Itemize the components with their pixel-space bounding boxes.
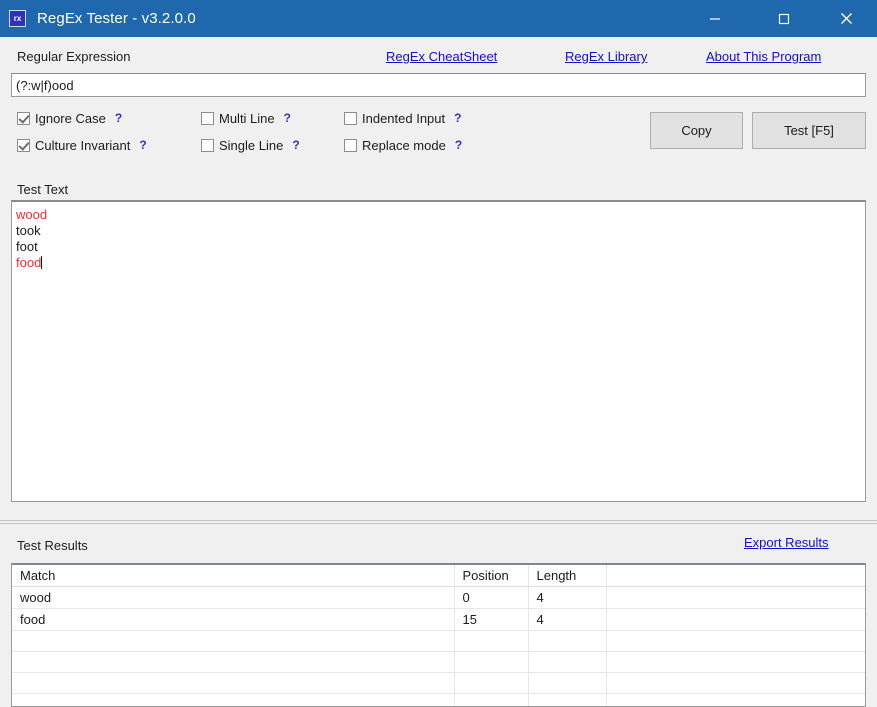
minimize-icon xyxy=(709,13,721,25)
cell-extra xyxy=(606,651,865,673)
cell-length xyxy=(528,630,607,652)
multi-line-checkbox[interactable] xyxy=(201,111,214,125)
cell-extra xyxy=(606,672,865,694)
table-row[interactable] xyxy=(12,672,865,694)
results-table: Match Position Length wood 0 4 food 15 4 xyxy=(12,565,865,706)
cell-position: 0 xyxy=(454,586,529,609)
cell-position: 15 xyxy=(454,608,529,631)
option-label: Indented Input xyxy=(362,110,446,126)
option-multi-line[interactable]: Multi Line ? xyxy=(201,109,291,127)
test-text-input[interactable]: wood took foot food xyxy=(11,200,866,502)
option-replace-mode[interactable]: Replace mode ? xyxy=(344,136,462,154)
maximize-button[interactable] xyxy=(761,0,807,37)
test-text-line: wood xyxy=(16,207,48,222)
column-header-extra[interactable] xyxy=(606,565,865,587)
option-label: Replace mode xyxy=(362,137,446,153)
app-icon-label: rx xyxy=(13,13,22,23)
cell-extra xyxy=(606,693,865,706)
maximize-icon xyxy=(778,13,790,25)
replace-mode-checkbox[interactable] xyxy=(344,138,357,152)
test-text-label: Test Text xyxy=(17,182,69,197)
cell-extra xyxy=(606,586,865,609)
cell-match: food xyxy=(12,608,455,631)
cell-length xyxy=(528,651,607,673)
test-text-line: foot xyxy=(16,239,38,254)
table-row[interactable] xyxy=(12,630,865,652)
test-text-line-with-caret: food xyxy=(16,255,865,271)
column-header-length[interactable]: Length xyxy=(528,565,607,587)
column-header-match[interactable]: Match xyxy=(12,565,455,587)
panel-splitter[interactable] xyxy=(0,520,877,524)
help-icon-culture-invariant[interactable]: ? xyxy=(139,138,146,152)
option-label: Culture Invariant xyxy=(35,137,131,153)
cell-match xyxy=(12,693,455,706)
regular-expression-label: Regular Expression xyxy=(17,49,131,64)
table-row[interactable] xyxy=(12,651,865,673)
help-icon-indented-input[interactable]: ? xyxy=(454,111,461,125)
export-results-link[interactable]: Export Results xyxy=(744,535,829,550)
cell-extra xyxy=(606,630,865,652)
test-results-grid[interactable]: Match Position Length wood 0 4 food 15 4 xyxy=(11,563,866,707)
table-row[interactable]: wood 0 4 xyxy=(12,586,865,609)
cell-match: wood xyxy=(12,586,455,609)
table-header-row: Match Position Length xyxy=(12,565,865,587)
cell-position xyxy=(454,630,529,652)
text-caret xyxy=(41,256,43,269)
help-icon-single-line[interactable]: ? xyxy=(292,138,299,152)
regex-tester-icon: rx xyxy=(9,10,26,27)
regex-library-link[interactable]: RegEx Library xyxy=(565,49,647,64)
ignore-case-checkbox[interactable] xyxy=(17,111,30,125)
cell-length: 4 xyxy=(528,608,607,631)
indented-input-checkbox[interactable] xyxy=(344,111,357,125)
single-line-checkbox[interactable] xyxy=(201,138,214,152)
window-title: RegEx Tester - v3.2.0.0 xyxy=(37,10,196,27)
regex-cheatsheet-link[interactable]: RegEx CheatSheet xyxy=(386,49,497,64)
table-row[interactable]: food 15 4 xyxy=(12,608,865,631)
option-single-line[interactable]: Single Line ? xyxy=(201,136,300,154)
column-header-position[interactable]: Position xyxy=(454,565,529,587)
culture-invariant-checkbox[interactable] xyxy=(17,138,30,152)
help-icon-ignore-case[interactable]: ? xyxy=(115,111,122,125)
title-bar: rx RegEx Tester - v3.2.0.0 xyxy=(0,0,877,37)
cell-extra xyxy=(606,608,865,631)
close-icon xyxy=(840,12,853,25)
option-label: Single Line xyxy=(219,137,284,153)
option-label: Multi Line xyxy=(219,110,275,126)
help-icon-replace-mode[interactable]: ? xyxy=(455,138,462,152)
cell-length xyxy=(528,693,607,706)
cell-position xyxy=(454,693,529,706)
regex-input[interactable]: (?:w|f)ood xyxy=(11,73,866,97)
cell-position xyxy=(454,651,529,673)
table-row[interactable] xyxy=(12,693,865,706)
cell-length xyxy=(528,672,607,694)
option-indented-input[interactable]: Indented Input ? xyxy=(344,109,461,127)
regex-input-value: (?:w|f)ood xyxy=(16,77,74,93)
cell-position xyxy=(454,672,529,694)
test-button[interactable]: Test [F5] xyxy=(752,112,866,149)
option-label: Ignore Case xyxy=(35,110,106,126)
help-icon-multi-line[interactable]: ? xyxy=(284,111,291,125)
option-culture-invariant[interactable]: Culture Invariant ? xyxy=(17,136,147,154)
test-text-line-text: food xyxy=(16,255,42,270)
cell-length: 4 xyxy=(528,586,607,609)
cell-match xyxy=(12,672,455,694)
copy-button[interactable]: Copy xyxy=(650,112,743,149)
test-results-label: Test Results xyxy=(17,538,88,553)
about-this-program-link[interactable]: About This Program xyxy=(706,49,821,64)
cell-match xyxy=(12,630,455,652)
cell-match xyxy=(12,651,455,673)
minimize-button[interactable] xyxy=(692,0,738,37)
option-ignore-case[interactable]: Ignore Case ? xyxy=(17,109,122,127)
close-button[interactable] xyxy=(823,0,869,37)
test-text-line: took xyxy=(16,223,41,238)
